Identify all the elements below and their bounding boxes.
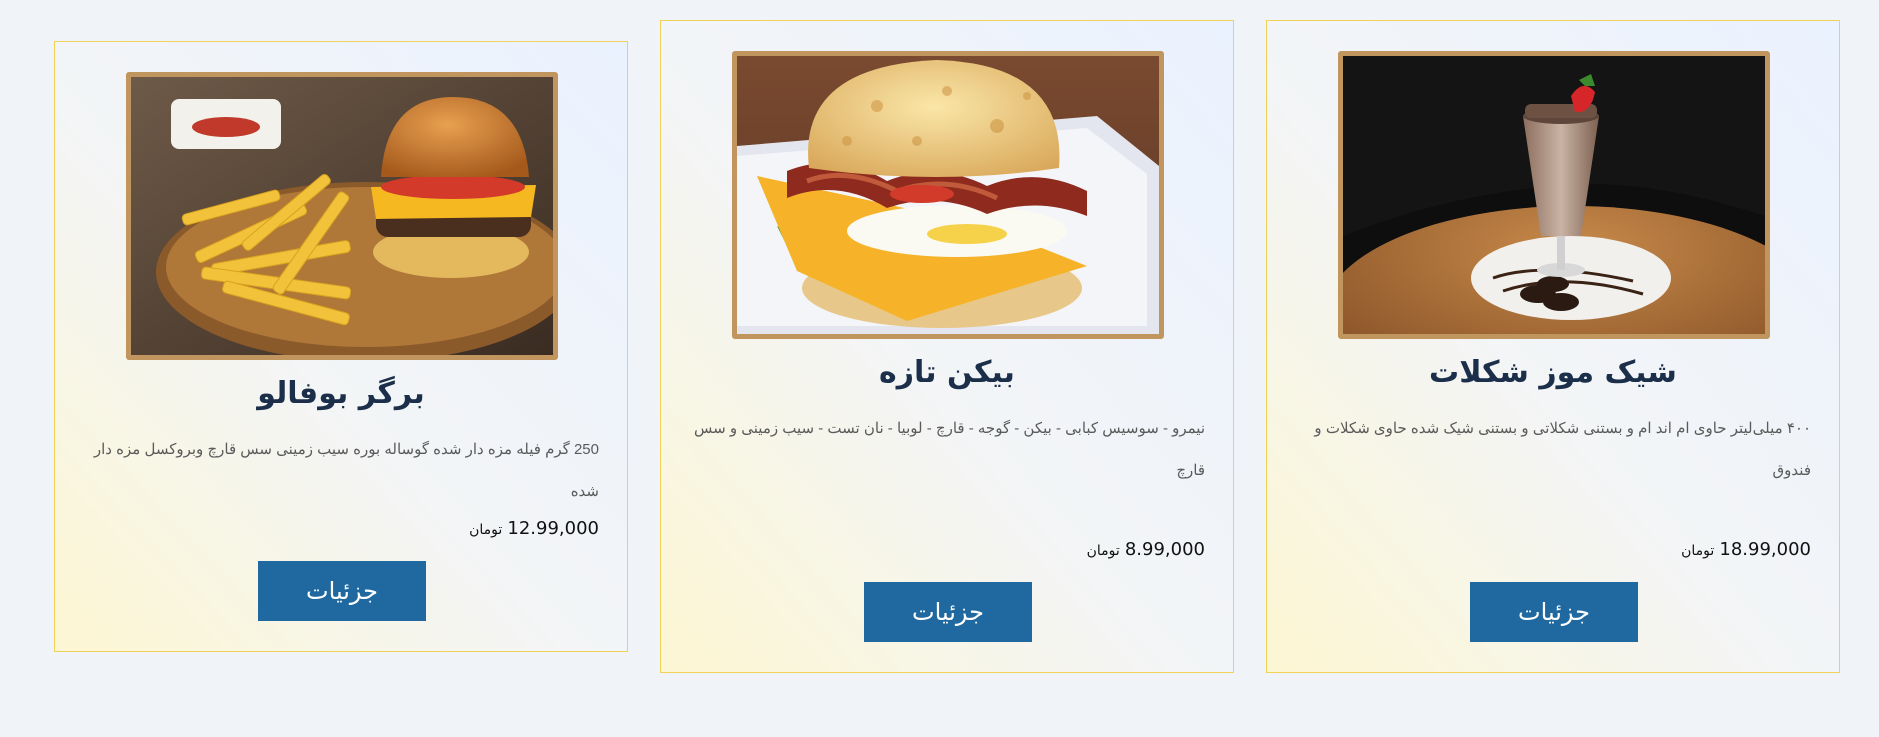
price-currency: تومان <box>469 522 503 538</box>
product-card-banana-chocolate-shake: شیک موز شکلات ۴۰۰ میلی‌لیتر حاوی ام اند … <box>1266 20 1840 673</box>
price-value: 18.99,000 <box>1719 539 1811 560</box>
product-card-buffalo-burger: برگر بوفالو 250 گرم فیله مزه دار شده گوس… <box>54 41 628 652</box>
product-description: ۴۰۰ میلی‌لیتر حاوی ام اند ام و بستنی شکل… <box>1314 420 1811 479</box>
product-image-milkshake <box>1338 51 1770 339</box>
details-button[interactable]: جزئیات <box>258 561 426 621</box>
product-title: شیک موز شکلات <box>1429 355 1677 390</box>
price-value: 12.99,000 <box>507 518 599 539</box>
details-button[interactable]: جزئیات <box>864 582 1032 642</box>
product-image-burger <box>126 72 558 360</box>
product-card-fresh-bacon: بیکن تازه نیمرو - سوسیس کبابی - بیکن - گ… <box>660 20 1234 673</box>
price-value: 8.99,000 <box>1124 539 1205 560</box>
product-title: بیکن تازه <box>879 355 1015 390</box>
product-image-bacon <box>732 51 1164 339</box>
product-description: نیمرو - سوسیس کبابی - بیکن - گوجه - قارچ… <box>694 420 1205 479</box>
price-currency: تومان <box>1086 543 1120 559</box>
product-description: 250 گرم فیله مزه دار شده گوساله بوره سیب… <box>93 441 599 500</box>
product-price: 12.99,000 تومان <box>465 518 599 539</box>
product-price: 8.99,000 تومان <box>1083 539 1205 560</box>
price-currency: تومان <box>1681 543 1715 559</box>
product-title: برگر بوفالو <box>257 376 425 411</box>
details-button[interactable]: جزئیات <box>1470 582 1638 642</box>
product-price: 18.99,000 تومان <box>1677 539 1811 560</box>
